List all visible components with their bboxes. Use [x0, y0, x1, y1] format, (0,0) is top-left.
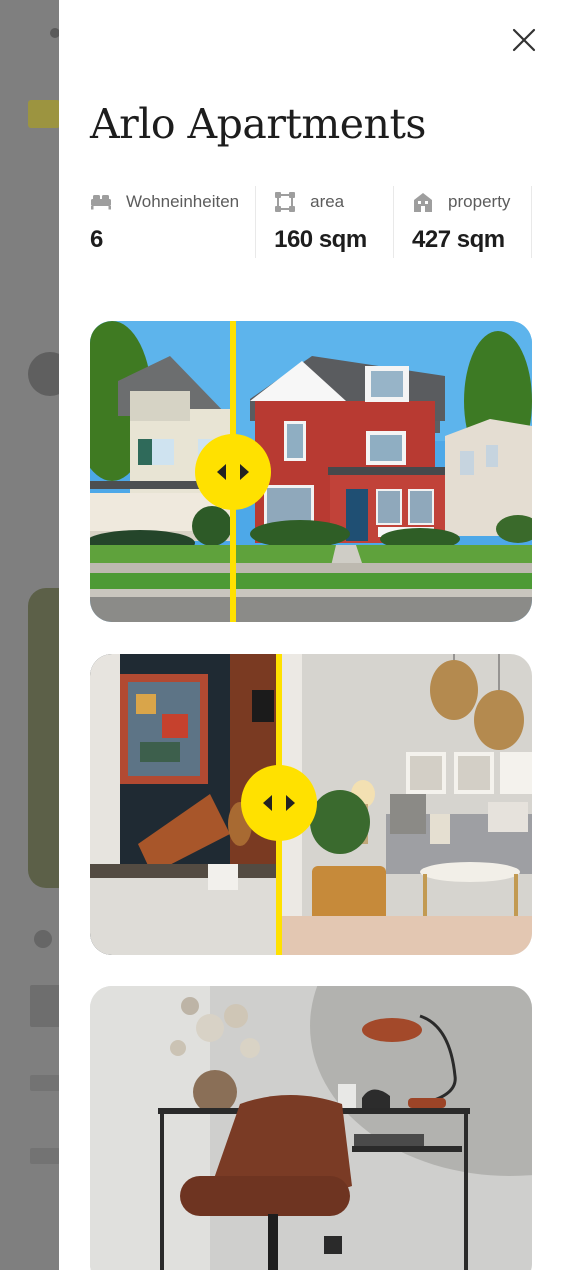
house-comparison-slider[interactable] [90, 321, 532, 622]
stat-property-value: 427 sqm [412, 226, 505, 253]
background-heading [30, 985, 62, 1027]
building-icon [412, 191, 436, 213]
background-icon [34, 930, 52, 948]
stat-units: Wohneinheiten 6 [90, 186, 255, 258]
stat-units-value: 6 [90, 226, 103, 253]
close-button[interactable] [510, 26, 538, 54]
background-logo [28, 100, 60, 128]
close-icon [512, 28, 536, 52]
bed-icon [90, 191, 114, 213]
stat-area-value: 160 sqm [274, 226, 367, 253]
living-room-comparison-slider[interactable] [90, 654, 532, 955]
stat-property-label: property [448, 192, 511, 211]
area-icon [274, 191, 298, 213]
office-photo [90, 986, 532, 1270]
stat-area: area 160 sqm [255, 186, 393, 258]
property-stats: Wohneinheiten 6 area 160 sqm property 42… [90, 186, 532, 258]
stat-area-label: area [310, 192, 345, 211]
property-detail-drawer: Arlo Apartments Wohneinheiten 6 area 160… [59, 0, 564, 1270]
background-text [30, 1148, 60, 1164]
property-title: Arlo Apartments [90, 100, 426, 148]
stat-units-label: Wohneinheiten [126, 192, 240, 211]
background-text [30, 1075, 60, 1091]
stat-property: property 427 sqm [393, 186, 532, 258]
